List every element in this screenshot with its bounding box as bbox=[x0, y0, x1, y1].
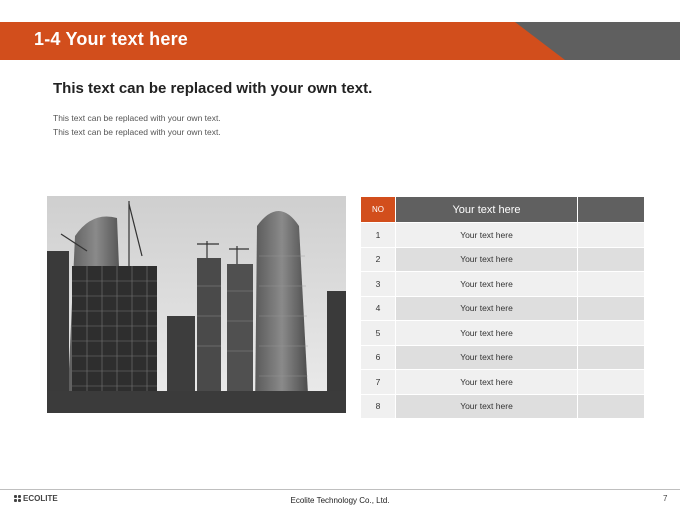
footer-divider bbox=[0, 489, 680, 490]
row-blank-cell bbox=[577, 271, 644, 296]
row-blank-cell bbox=[577, 369, 644, 394]
footer-company-name: Ecolite Technology Co., Ltd. bbox=[290, 496, 390, 505]
row-number: 5 bbox=[361, 320, 396, 345]
row-blank-cell bbox=[577, 393, 644, 418]
row-text: Your text here bbox=[395, 222, 578, 247]
row-number: 8 bbox=[361, 393, 396, 418]
slide-title: 1-4 Your text here bbox=[34, 29, 188, 49]
row-text: Your text here bbox=[395, 344, 578, 370]
table-row: 7 Your text here bbox=[361, 369, 644, 394]
buildings-photo bbox=[47, 196, 346, 413]
page-number: 7 bbox=[663, 494, 668, 503]
table-row: 6 Your text here bbox=[361, 344, 644, 370]
column-header-no: NO bbox=[361, 197, 396, 223]
data-table: NO Your text here 1 Your text here 2 You… bbox=[361, 197, 644, 418]
table-header-row: NO Your text here bbox=[361, 197, 644, 223]
body-text-line: This text can be replaced with your own … bbox=[53, 127, 221, 137]
body-text-line: This text can be replaced with your own … bbox=[53, 113, 221, 123]
row-blank-cell bbox=[577, 222, 644, 247]
column-header-blank bbox=[577, 197, 644, 223]
column-header-text: Your text here bbox=[395, 197, 578, 223]
row-number: 3 bbox=[361, 271, 396, 296]
content-heading: This text can be replaced with your own … bbox=[53, 80, 373, 97]
row-number: 4 bbox=[361, 295, 396, 321]
row-number: 6 bbox=[361, 344, 396, 370]
table-row: 8 Your text here bbox=[361, 393, 644, 418]
table-row: 4 Your text here bbox=[361, 295, 644, 321]
table-row: 5 Your text here bbox=[361, 320, 644, 345]
row-number: 2 bbox=[361, 246, 396, 272]
row-blank-cell bbox=[577, 295, 644, 321]
table-row: 3 Your text here bbox=[361, 271, 644, 296]
row-text: Your text here bbox=[395, 271, 578, 296]
row-text: Your text here bbox=[395, 393, 578, 418]
table-row: 2 Your text here bbox=[361, 246, 644, 272]
row-blank-cell bbox=[577, 320, 644, 345]
row-text: Your text here bbox=[395, 246, 578, 272]
row-blank-cell bbox=[577, 246, 644, 272]
row-text: Your text here bbox=[395, 369, 578, 394]
row-number: 1 bbox=[361, 222, 396, 247]
row-text: Your text here bbox=[395, 295, 578, 321]
row-number: 7 bbox=[361, 369, 396, 394]
row-blank-cell bbox=[577, 344, 644, 370]
row-text: Your text here bbox=[395, 320, 578, 345]
table-row: 1 Your text here bbox=[361, 222, 644, 247]
